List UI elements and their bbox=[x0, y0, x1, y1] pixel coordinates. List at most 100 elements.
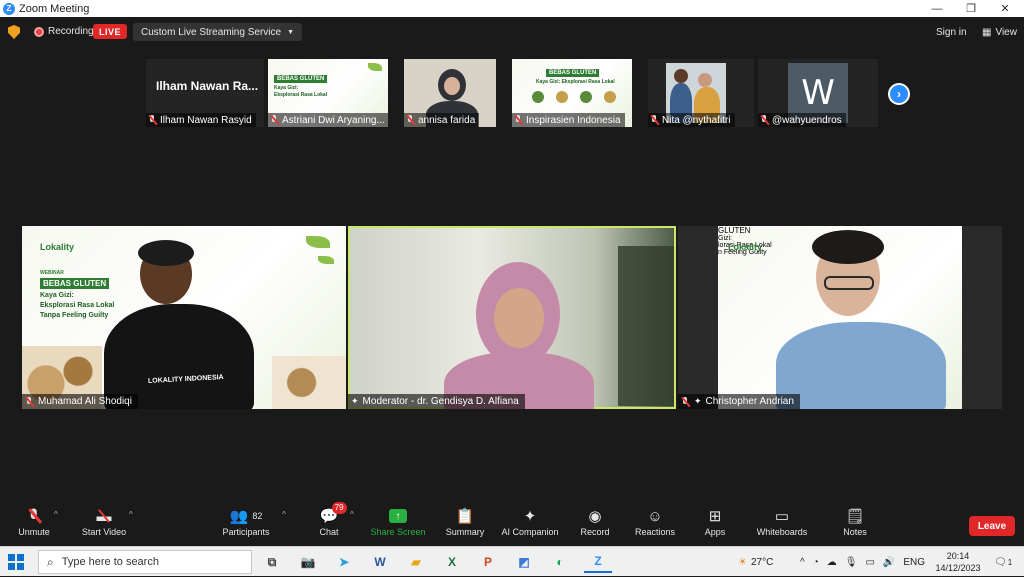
taskbar-clock[interactable]: 20:14 14/12/2023 bbox=[934, 550, 982, 574]
task-view-icon[interactable]: ⧉ bbox=[258, 551, 286, 573]
notes-button[interactable]: 🗒 Notes bbox=[842, 506, 868, 544]
banner-subtitle-1: Kaya Gizi: bbox=[40, 292, 74, 299]
window-titlebar: Z Zoom Meeting — ❐ ✕ bbox=[0, 0, 1024, 17]
record-icon: ◉ bbox=[588, 508, 602, 525]
chat-label: Chat bbox=[319, 527, 339, 537]
zoom-taskbar-icon[interactable]: Z bbox=[584, 551, 612, 573]
banner-title: BEBAS GLUTEN bbox=[40, 278, 110, 289]
chat-button[interactable]: 💬 79 Chat bbox=[314, 502, 347, 544]
whiteboards-label: Whiteboards bbox=[756, 527, 808, 537]
video-options-caret-icon[interactable]: ^ bbox=[129, 510, 133, 519]
excel-icon[interactable]: X bbox=[438, 551, 466, 573]
security-shield-icon[interactable] bbox=[8, 25, 20, 39]
chevron-up-icon[interactable]: ^ bbox=[800, 557, 805, 568]
summary-label: Summary bbox=[445, 527, 485, 537]
unmute-label: Unmute bbox=[18, 527, 50, 537]
file-explorer-icon[interactable]: ▰ bbox=[402, 551, 430, 573]
language-indicator[interactable]: ENG bbox=[903, 557, 925, 568]
view-label: View bbox=[995, 26, 1017, 38]
chevron-right-icon: › bbox=[890, 85, 908, 103]
muted-mic-icon bbox=[514, 115, 523, 125]
pin-icon: ✦ bbox=[694, 396, 702, 406]
participants-caret-icon[interactable]: ^ bbox=[282, 510, 286, 519]
taskbar-search-box[interactable]: ⌕ Type here to search bbox=[38, 550, 252, 574]
microphone-icon[interactable]: 🎙 bbox=[845, 557, 858, 568]
unmute-button[interactable]: Unmute bbox=[16, 506, 52, 544]
network-icon[interactable]: ◔ bbox=[813, 557, 819, 568]
volume-icon[interactable]: 🔊 bbox=[883, 557, 895, 568]
start-video-button[interactable]: ▬ Start Video bbox=[80, 506, 128, 544]
speaker-tile[interactable]: Lokality WEBINAR BEBAS GLUTEN Kaya Gizi:… bbox=[22, 226, 346, 409]
powerpoint-icon[interactable]: P bbox=[474, 551, 502, 573]
windows-start-icon[interactable] bbox=[8, 554, 24, 570]
telegram-icon[interactable]: ➤ bbox=[330, 551, 358, 573]
participant-name: Astriani Dwi Aryaning... bbox=[282, 114, 385, 126]
muted-mic-icon bbox=[148, 115, 157, 125]
participant-name-display: Ilham Nawan Ra... bbox=[156, 79, 259, 93]
view-button[interactable]: ▦ View bbox=[978, 24, 1021, 40]
participant-thumbnail[interactable]: Ilham Nawan Ra... Ilham Nawan Rasyid bbox=[146, 59, 264, 127]
notifications-button[interactable]: 🗨 1 bbox=[994, 547, 1012, 577]
zoom-logo-icon: Z bbox=[3, 2, 15, 15]
speaker-tile[interactable]: Lokality GLUTEN Gizi: lorasi Rasa Lokal … bbox=[678, 226, 1002, 409]
participant-name: Nita @nythafitri bbox=[662, 114, 731, 126]
brand-logo: Lokality bbox=[40, 242, 75, 252]
participant-name: Muhamad Ali Shodiqi bbox=[38, 396, 132, 407]
participant-thumbnail[interactable]: W @wahyuendros bbox=[758, 59, 878, 127]
participant-name: @wahyuendros bbox=[772, 114, 842, 126]
battery-icon[interactable]: ▭ bbox=[865, 557, 874, 568]
participant-label: Ilham Nawan Rasyid bbox=[146, 113, 256, 127]
participant-thumbnail[interactable]: Nita @nythafitri bbox=[648, 59, 754, 127]
close-icon[interactable]: ✕ bbox=[988, 0, 1022, 17]
audio-options-caret-icon[interactable]: ^ bbox=[54, 510, 58, 519]
temperature: 27°C bbox=[750, 556, 774, 568]
notes-label: Notes bbox=[843, 527, 867, 537]
notes-icon: 🗒 bbox=[845, 508, 865, 525]
edge-browser-icon[interactable]: ◐ bbox=[546, 551, 574, 573]
clock-date: 14/12/2023 bbox=[935, 563, 981, 573]
share-screen-button[interactable]: ↑ Share Screen bbox=[370, 506, 426, 544]
live-badge: LIVE bbox=[93, 24, 128, 39]
video-off-icon: ▬ bbox=[97, 506, 112, 526]
next-page-button[interactable]: › bbox=[888, 83, 910, 105]
banner-subtitle-3: Tanpa Feeling Guilty bbox=[40, 312, 109, 319]
word-icon[interactable]: W bbox=[366, 551, 394, 573]
apps-button[interactable]: ⊞ Apps bbox=[702, 506, 728, 544]
cloud-icon[interactable]: ☁ bbox=[827, 557, 837, 568]
restore-icon[interactable]: ❐ bbox=[954, 0, 988, 17]
pin-icon: ✦ bbox=[351, 396, 359, 406]
caret-down-icon: ▼ bbox=[287, 28, 294, 36]
active-speaker-tile[interactable]: ✦ Moderator - dr. Gendisya D. Alfiana bbox=[348, 226, 676, 409]
app-icon[interactable]: ◩ bbox=[510, 551, 538, 573]
participant-label: ✦ Christopher Andrian bbox=[678, 394, 800, 409]
participant-name: annisa farida bbox=[418, 114, 476, 126]
participants-button[interactable]: 👥 82 Participants bbox=[220, 506, 272, 544]
leave-button[interactable]: Leave bbox=[969, 516, 1015, 536]
summary-button[interactable]: 📋 Summary bbox=[444, 506, 486, 544]
summary-icon: 📋 bbox=[455, 508, 475, 525]
participants-count: 82 bbox=[252, 511, 263, 521]
participant-thumbnail[interactable]: annisa farida bbox=[404, 59, 496, 127]
signin-button[interactable]: Sign in bbox=[930, 24, 973, 40]
notification-count: 1 bbox=[1007, 557, 1013, 567]
whiteboards-button[interactable]: ▭ Whiteboards bbox=[754, 506, 810, 544]
record-button[interactable]: ◉ Record bbox=[578, 506, 612, 544]
windows-taskbar: ⌕ Type here to search ⧉ 📷 ➤ W ▰ X P ◩ ◐ … bbox=[0, 546, 1024, 576]
ai-companion-button[interactable]: ✦ AI Companion bbox=[500, 506, 560, 544]
reactions-button[interactable]: ☺ Reactions bbox=[634, 506, 676, 544]
notification-icon: 🗨 bbox=[994, 556, 1007, 568]
chat-caret-icon[interactable]: ^ bbox=[350, 510, 354, 519]
participant-thumbnail[interactable]: BEBAS GLUTEN Kaya Gizi: Eksplorasi Rasa … bbox=[512, 59, 632, 127]
camera-app-icon[interactable]: 📷 bbox=[294, 551, 322, 573]
clock-time: 20:14 bbox=[946, 551, 970, 561]
participant-thumbnail[interactable]: BEBAS GLUTEN Kaya Gizi: Eksplorasi Rasa … bbox=[268, 59, 388, 127]
streaming-service-dropdown[interactable]: Custom Live Streaming Service ▼ bbox=[133, 23, 302, 41]
weather-widget[interactable]: ☀ 27°C bbox=[738, 547, 773, 577]
minimize-icon[interactable]: — bbox=[920, 0, 954, 17]
webinar-label: WEBINAR bbox=[40, 270, 64, 276]
recording-icon bbox=[34, 27, 44, 37]
record-label: Record bbox=[580, 527, 610, 537]
participant-name: Inspirasien Indonesia bbox=[526, 114, 621, 126]
recording-label: Recording bbox=[48, 26, 94, 37]
grid-view-icon: ▦ bbox=[982, 26, 992, 38]
